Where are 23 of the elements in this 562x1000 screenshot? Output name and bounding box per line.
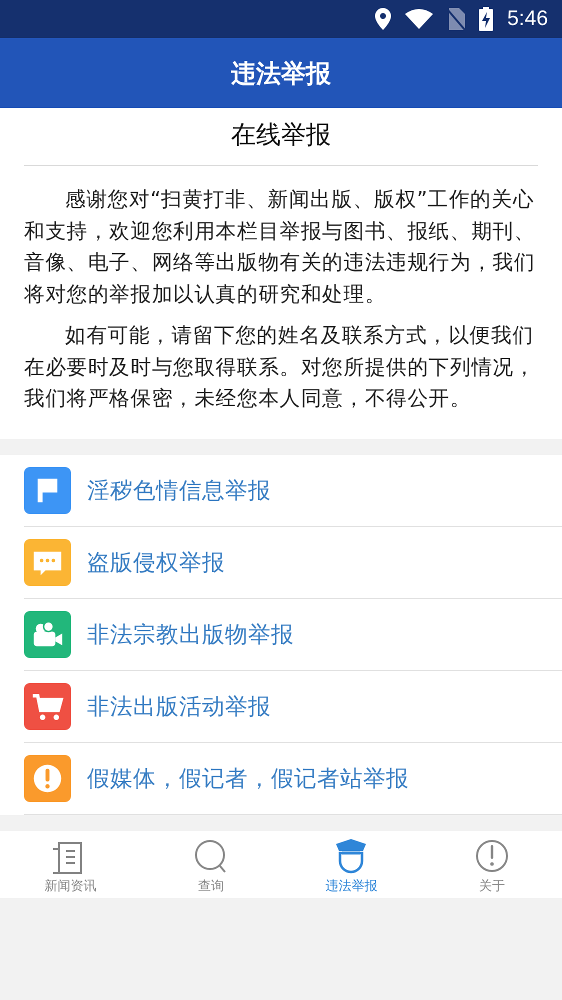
report-item-label: 盗版侵权举报	[87, 548, 225, 578]
report-item-label: 非法出版活动举报	[87, 692, 271, 722]
intro-paragraph: 如有可能，请留下您的姓名及联系方式，以便我们在必要时及时与您取得联系。对您所提供的下列情况，我们将严格保密，未经您本人同意，不得公开。	[24, 322, 536, 412]
location-icon	[375, 8, 392, 30]
report-item-label: 淫秽色情信息举报	[87, 476, 271, 506]
no-sim-icon	[447, 8, 466, 30]
nav-tab[interactable]: 关于	[422, 830, 562, 898]
report-item[interactable]: 非法出版活动举报	[24, 670, 562, 742]
section-title: 在线举报	[230, 119, 332, 151]
app-bar-title: 违法举报	[231, 58, 331, 90]
nav-tab[interactable]: 违法举报	[281, 830, 422, 898]
intro-paragraph: 感谢您对“扫黄打非、新闻出版、版权”工作的关心和支持，欢迎您利用本栏目举报与图书、报纸、期刊、音像、电子、网络等出版物有关的违法违规行为，我们将对您的举报加以认真的研究和处理。	[24, 186, 536, 308]
report-item-label: 假媒体，假记者，假记者站举报	[87, 764, 409, 794]
report-item[interactable]: 淫秽色情信息举报	[24, 454, 562, 526]
nav-tab[interactable]: 新闻资讯	[0, 830, 140, 898]
nav-tab[interactable]: 查询	[140, 830, 281, 898]
status-time: 5:46	[507, 7, 548, 31]
report-item-label: 非法宗教出版物举报	[87, 620, 294, 650]
report-item[interactable]: 假媒体，假记者，假记者站举报	[24, 742, 562, 814]
report-item[interactable]: 盗版侵权举报	[24, 526, 562, 598]
report-item[interactable]: 非法宗教出版物举报	[24, 598, 562, 670]
wifi-icon	[405, 9, 434, 29]
battery-icon	[479, 7, 494, 31]
